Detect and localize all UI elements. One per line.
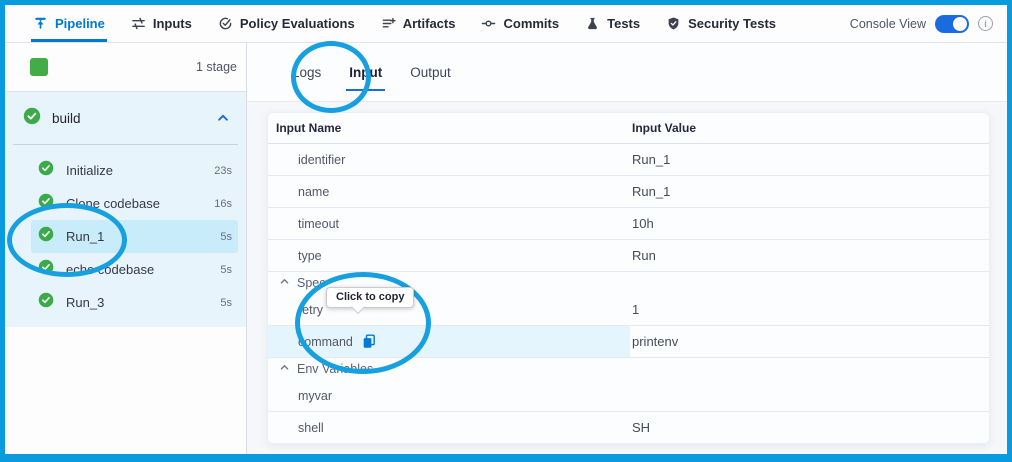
nav-tab-label: Inputs	[153, 16, 192, 31]
nav-tab-label: Pipeline	[55, 16, 105, 31]
group-row-env-variables[interactable]: Env Variables	[268, 357, 989, 380]
stage-row-build[interactable]: build	[5, 92, 246, 144]
step-name: Initialize	[66, 163, 113, 178]
step-name: Clone codebase	[66, 196, 160, 211]
toggle-knob	[953, 17, 967, 31]
input-value-cell: Run	[630, 240, 989, 271]
success-icon	[38, 292, 54, 313]
sidebar-empty-area	[5, 327, 246, 454]
success-icon	[38, 193, 54, 214]
success-icon	[38, 259, 54, 280]
tab-output[interactable]: Output	[409, 63, 452, 82]
input-table-card: Input Name Input Value identifier Run_1 …	[267, 112, 990, 444]
group-label: Env Variables	[297, 362, 373, 376]
table-row: type Run	[268, 239, 989, 271]
nav-tab-label: Tests	[607, 16, 640, 31]
shield-icon	[666, 16, 681, 31]
stage-summary-row: 1 stage	[5, 43, 246, 92]
step-name: echo codebase	[66, 262, 154, 277]
nav-tab-label: Policy Evaluations	[240, 16, 355, 31]
step-row-run-1[interactable]: Run_1 5s	[31, 220, 238, 253]
app-frame: Pipeline Inputs Policy Evaluations Artif…	[0, 0, 1012, 462]
input-value-cell: SH	[630, 412, 989, 443]
info-icon[interactable]: i	[978, 16, 993, 31]
nav-tab-label: Commits	[503, 16, 559, 31]
nav-tab-label: Security Tests	[688, 16, 776, 31]
input-value-cell: printenv	[630, 326, 989, 357]
step-name: Run_3	[66, 295, 104, 310]
input-value-cell: 1	[630, 294, 989, 325]
step-duration: 5s	[220, 231, 232, 243]
input-value-cell	[630, 380, 989, 411]
table-row: identifier Run_1	[268, 144, 989, 175]
column-header-input-name: Input Name	[268, 121, 630, 135]
stage-status-square	[30, 58, 48, 76]
stage-name: build	[52, 111, 81, 126]
input-name-cell[interactable]: retry	[268, 294, 630, 325]
group-label: Spec	[297, 276, 326, 290]
step-duration: 23s	[214, 165, 232, 177]
table-row: timeout 10h	[268, 207, 989, 239]
step-duration: 5s	[220, 297, 232, 309]
click-to-copy-tooltip: Click to copy	[326, 287, 414, 308]
artifacts-list-icon	[381, 16, 396, 31]
input-name-cell[interactable]: command	[268, 326, 630, 357]
nav-tab-policy-evaluations[interactable]: Policy Evaluations	[216, 5, 357, 42]
table-row: myvar	[268, 380, 989, 411]
table-header: Input Name Input Value	[268, 113, 989, 144]
nav-tab-security-tests[interactable]: Security Tests	[664, 5, 778, 42]
table-row: shell SH	[268, 411, 989, 443]
chevron-up-icon	[279, 360, 290, 378]
table-row-command: command printenv	[268, 325, 989, 357]
step-duration: 16s	[214, 198, 232, 210]
tab-input[interactable]: Input	[348, 63, 383, 82]
stage-group-build: build Initialize 23s Clone codebase	[5, 92, 246, 327]
console-view-toggle[interactable]	[935, 15, 969, 33]
copy-icon[interactable]	[362, 334, 377, 349]
success-icon	[38, 226, 54, 247]
step-details-panel: Logs Input Output Input Name Input Value…	[247, 43, 1007, 454]
step-list: Initialize 23s Clone codebase 16s Run_1 …	[5, 145, 246, 319]
chevron-up-icon[interactable]	[216, 111, 230, 125]
step-row-run-3[interactable]: Run_3 5s	[31, 286, 238, 319]
step-row-clone-codebase[interactable]: Clone codebase 16s	[31, 187, 238, 220]
input-name-cell[interactable]: name	[268, 176, 630, 207]
flask-icon	[585, 16, 600, 31]
input-value-cell: 10h	[630, 208, 989, 239]
column-header-input-value: Input Value	[630, 121, 989, 135]
policy-check-icon	[218, 16, 233, 31]
tab-logs[interactable]: Logs	[291, 63, 322, 82]
input-name-cell[interactable]: type	[268, 240, 630, 271]
execution-header-tabs: Pipeline Inputs Policy Evaluations Artif…	[5, 5, 1007, 43]
nav-tab-artifacts[interactable]: Artifacts	[379, 5, 458, 42]
input-name-cell[interactable]: timeout	[268, 208, 630, 239]
nav-tab-inputs[interactable]: Inputs	[129, 5, 194, 42]
nav-tab-commits[interactable]: Commits	[479, 5, 561, 42]
chevron-up-icon	[279, 274, 290, 292]
inputs-icon	[131, 16, 146, 31]
input-name-cell[interactable]: myvar	[268, 380, 630, 411]
stage-count: 1 stage	[196, 60, 237, 74]
nav-tab-tests[interactable]: Tests	[583, 5, 642, 42]
execution-sidebar: 1 stage build Initialize	[5, 43, 247, 454]
step-row-initialize[interactable]: Initialize 23s	[31, 154, 238, 187]
step-name: Run_1	[66, 229, 104, 244]
console-view-label: Console View	[850, 17, 926, 31]
detail-tabs: Logs Input Output	[247, 43, 1007, 102]
success-icon	[38, 160, 54, 181]
table-row: name Run_1	[268, 175, 989, 207]
step-row-echo-codebase[interactable]: echo codebase 5s	[31, 253, 238, 286]
success-icon	[23, 107, 41, 130]
input-name-cell[interactable]: identifier	[268, 144, 630, 175]
step-duration: 5s	[220, 264, 232, 276]
input-value-cell: Run_1	[630, 176, 989, 207]
nav-tab-label: Artifacts	[403, 16, 456, 31]
input-name-cell[interactable]: shell	[268, 412, 630, 443]
input-value-cell: Run_1	[630, 144, 989, 175]
commit-icon	[481, 16, 496, 31]
nav-tab-pipeline[interactable]: Pipeline	[31, 5, 107, 42]
input-name-text: command	[298, 335, 353, 349]
pipeline-icon	[33, 16, 48, 31]
